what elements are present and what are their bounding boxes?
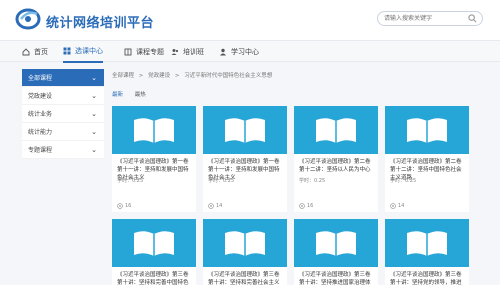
course-credit: 学时：0.25 (117, 178, 144, 184)
course-card[interactable]: 《习近平谈治国理政》第一卷 第十一讲：坚持和发展中国特色社会主义 学时：0.25… (112, 106, 196, 212)
nav-item-label: 首页 (34, 48, 48, 56)
eye-icon (208, 203, 214, 209)
book-icon (134, 118, 174, 143)
breadcrumb: 全部课程 > 党政建设 > 习近平新时代中国特色社会主义思想 (112, 71, 275, 79)
sidebar-item-label: 统计业务 (28, 111, 53, 118)
book-icon (316, 118, 356, 143)
search-input[interactable] (384, 12, 462, 25)
tab-hottest[interactable]: 最热 (135, 92, 146, 98)
search-box[interactable] (377, 11, 483, 26)
course-title[interactable]: 《习近平谈治国理政》第三卷 第十讲：坚持党的领导，推进依法治国 (390, 271, 466, 285)
course-title[interactable]: 《习近平谈治国理政》第三卷 第十讲：坚持推进国家治理体系 (299, 271, 375, 285)
course-card[interactable]: 《习近平谈治国理政》第三卷 第十讲：坚持和完善社会主义市场经济 (203, 219, 287, 285)
course-thumbnail[interactable] (385, 106, 469, 154)
nav-item-label: 课程专题 (136, 48, 164, 56)
course-title[interactable]: 《习近平谈治国理政》第三卷 第十讲：坚持和完善中国特色社会主义制度 (117, 271, 193, 285)
home-icon (22, 48, 30, 56)
sidebar-item-label: 全部课程 (28, 75, 53, 82)
book-icon (316, 231, 356, 256)
sidebar-item-label: 专题课程 (28, 147, 53, 154)
course-card[interactable]: 《习近平谈治国理政》第二卷 第十二讲：坚持中国特色社会主义道路 学时：0.25 … (385, 106, 469, 212)
course-card[interactable]: 《习近平谈治国理政》第三卷 第十讲：坚持和完善中国特色社会主义制度 (112, 219, 196, 285)
course-credit: 学时：0.25 (299, 178, 326, 184)
eye-icon (299, 203, 305, 209)
course-thumbnail[interactable] (112, 219, 196, 267)
book-icon (225, 231, 265, 256)
views-count: 14 (398, 203, 405, 209)
book-icon (225, 118, 265, 143)
breadcrumb-link[interactable]: 全部课程 (112, 73, 134, 79)
category-sidebar: 全部课程 ⌄ 党政建设 ⌄ 统计业务 ⌄ 统计能力 ⌄ 专题课程 ⌄ (22, 69, 104, 159)
chevron-down-icon: ⌄ (91, 91, 97, 100)
sort-tabs: 最新 最热 (112, 90, 156, 98)
course-card[interactable]: 《习近平谈治国理政》第三卷 第十讲：坚持推进国家治理体系 (294, 219, 378, 285)
book-icon (407, 231, 447, 256)
search-icon[interactable] (468, 14, 477, 23)
tab-newest[interactable]: 最新 (112, 92, 123, 98)
course-thumbnail[interactable] (203, 219, 287, 267)
eye-icon (390, 203, 396, 209)
sidebar-item-label: 党政建设 (28, 93, 53, 100)
header: 统计网络培训平台 (0, 0, 500, 40)
chevron-down-icon: ⌄ (91, 73, 97, 82)
book-icon (124, 48, 132, 56)
chevron-down-icon: ⌄ (91, 109, 97, 118)
platform-logo-icon[interactable] (15, 8, 41, 30)
course-thumbnail[interactable] (203, 106, 287, 154)
course-views: 14 (390, 203, 404, 209)
breadcrumb-separator: > (138, 73, 144, 79)
nav-item-label: 选课中心 (75, 47, 103, 55)
course-views: 14 (208, 203, 222, 209)
nav-item-learning-center[interactable]: 学习中心 (219, 41, 259, 63)
breadcrumb-separator: > (174, 73, 180, 79)
course-thumbnail[interactable] (294, 219, 378, 267)
course-credit: 学时：0.25 (390, 178, 417, 184)
sidebar-item-label: 统计能力 (28, 129, 53, 136)
book-icon (134, 231, 174, 256)
sidebar-item-party-building[interactable]: 党政建设 ⌄ (22, 87, 104, 105)
views-count: 16 (125, 203, 132, 209)
nav-item-training-class[interactable]: 培训班 (171, 41, 204, 63)
users-icon (171, 49, 179, 55)
course-card[interactable]: 《习近平谈治国理政》第二卷 第十二讲：坚持以人民为中心 学时：0.25 16 (294, 106, 378, 212)
main-nav: 首页 选课中心 课程专题 培训班 学习中心 (0, 40, 500, 63)
course-thumbnail[interactable] (112, 106, 196, 154)
breadcrumb-current: 习近平新时代中国特色社会主义思想 (184, 73, 273, 79)
course-title[interactable]: 《习近平谈治国理政》第二卷 第十二讲：坚持以人民为中心 (299, 158, 375, 174)
course-views: 16 (299, 203, 313, 209)
chevron-down-icon: ⌄ (91, 127, 97, 136)
grid-icon (63, 47, 71, 55)
breadcrumb-link[interactable]: 党政建设 (148, 73, 170, 79)
nav-item-home[interactable]: 首页 (22, 41, 48, 63)
views-count: 16 (307, 203, 314, 209)
nav-item-label: 培训班 (183, 48, 204, 56)
eye-icon (117, 203, 123, 209)
sidebar-item-all-courses[interactable]: 全部课程 ⌄ (22, 69, 104, 87)
course-credit: 学时：0.25 (208, 178, 235, 184)
nav-item-topics[interactable]: 课程专题 (124, 41, 164, 63)
chevron-down-icon: ⌄ (91, 145, 97, 154)
course-card[interactable]: 《习近平谈治国理政》第三卷 第十讲：坚持党的领导，推进依法治国 (385, 219, 469, 285)
course-thumbnail[interactable] (294, 106, 378, 154)
course-thumbnail[interactable] (385, 219, 469, 267)
course-title[interactable]: 《习近平谈治国理政》第三卷 第十讲：坚持和完善社会主义市场经济 (208, 271, 284, 285)
site-title[interactable]: 统计网络培训平台 (46, 12, 154, 31)
book-icon (407, 118, 447, 143)
user-icon (220, 48, 226, 56)
nav-item-course-center[interactable]: 选课中心 (63, 41, 103, 63)
course-card[interactable]: 《习近平谈治国理政》第一卷 第十一讲：坚持和发展中国特色社会主义 学时：0.25… (203, 106, 287, 212)
views-count: 14 (216, 203, 223, 209)
sidebar-item-statistics-business[interactable]: 统计业务 ⌄ (22, 105, 104, 123)
sidebar-item-statistics-ability[interactable]: 统计能力 ⌄ (22, 123, 104, 141)
nav-item-label: 学习中心 (231, 48, 259, 56)
course-views: 16 (117, 203, 131, 209)
sidebar-item-special-topics[interactable]: 专题课程 ⌄ (22, 141, 104, 159)
